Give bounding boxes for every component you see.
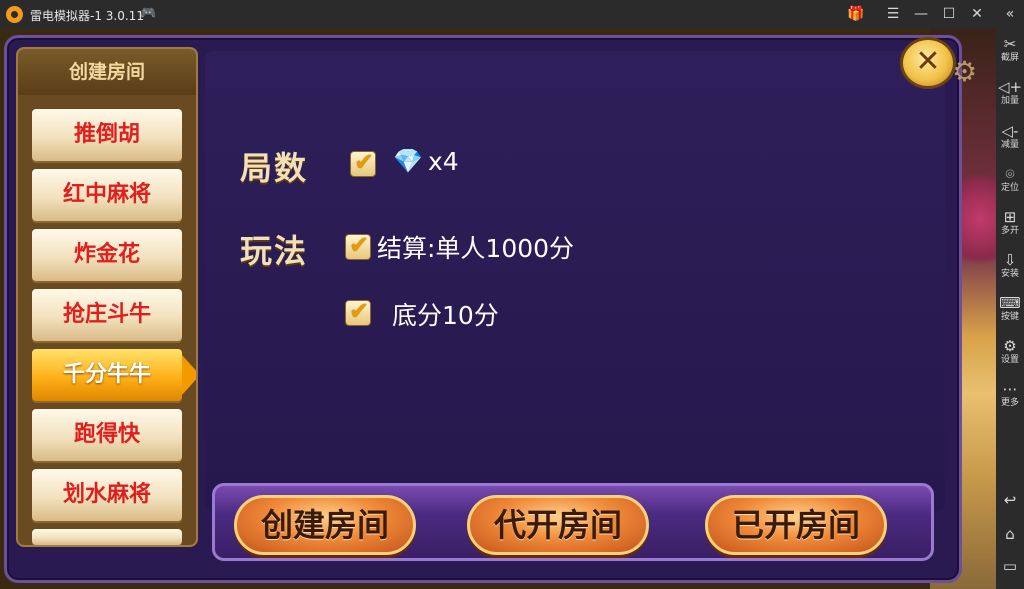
rounds-value: x4	[428, 147, 459, 176]
diamond-icon: 💎	[393, 147, 423, 175]
menu-item-partial[interactable]	[32, 529, 182, 545]
gift-icon[interactable]: 🎁	[845, 4, 867, 24]
settlement-checkbox[interactable]	[345, 231, 371, 260]
sidebar-item-location[interactable]: ⌾ 定位	[996, 165, 1024, 194]
settlement-option: 结算:单人1000分	[377, 234, 575, 263]
sidebar-item-label: 定位	[1000, 183, 1019, 193]
sidebar-item-label: 安装	[1000, 269, 1019, 279]
menu-icon[interactable]: ☰	[882, 4, 904, 24]
sidebar-item-label: 按键	[1000, 312, 1019, 322]
sidebar-item-label: 截屏	[1000, 53, 1019, 63]
rounds-label: 局数	[240, 149, 309, 187]
menu-item-tuidaohu[interactable]: 推倒胡	[32, 109, 182, 161]
install-apk-icon: ⇩	[1003, 251, 1017, 269]
sidebar-item-label: 多开	[1000, 226, 1019, 236]
sidebar-item-label: 更多	[1000, 398, 1019, 408]
window-title: 雷电模拟器-1 3.0.11	[30, 9, 144, 23]
sidebar-item-more[interactable]: ⋯ 更多	[996, 380, 1024, 409]
rules-label: 玩法	[240, 232, 309, 270]
close-icon[interactable]: ✕	[966, 4, 988, 24]
menu-item-qianfen-niuniu[interactable]: 千分牛牛	[32, 349, 196, 401]
multi-instance-icon: ⊞	[1003, 208, 1017, 226]
base-score-option: 底分10分	[392, 301, 499, 330]
volume-down-icon: ◁-	[1001, 122, 1019, 140]
menu-list: 推倒胡 红中麻将 炸金花 抢庄斗牛 千分牛牛 跑得快 划水麻将	[18, 95, 196, 545]
menu-item-hongzhong-mahjong[interactable]: 红中麻将	[32, 169, 182, 221]
app-logo-icon	[6, 6, 23, 23]
base-score-checkbox[interactable]	[345, 297, 371, 326]
home-icon[interactable]: ⌂	[996, 525, 1024, 543]
sidebar-item-volume-down[interactable]: ◁- 减量	[996, 122, 1024, 151]
minimize-icon[interactable]: —	[910, 4, 932, 24]
back-icon[interactable]: ↩	[996, 491, 1024, 509]
keyboard-icon: ⌨	[999, 294, 1021, 312]
proxy-room-button[interactable]: 代开房间	[467, 495, 649, 555]
options-area	[205, 51, 945, 511]
close-dialog-button[interactable]: ✕	[900, 37, 956, 89]
emulator-window: 雷电模拟器-1 3.0.11 🎮 🎁 ☰ — ☐ ✕ « ✂ 截屏 ◁+ 加量 …	[0, 0, 1024, 589]
rounds-checkbox[interactable]	[350, 148, 376, 177]
sidebar-item-multi[interactable]: ⊞ 多开	[996, 208, 1024, 237]
more-icon: ⋯	[1002, 380, 1018, 398]
menu-item-paodekuai[interactable]: 跑得快	[32, 409, 182, 461]
emulator-sidebar: ✂ 截屏 ◁+ 加量 ◁- 减量 ⌾ 定位 ⊞ 多开 ⇩ 安装 ⌨ 按键 ⚙ 设	[996, 29, 1024, 589]
sidebar-item-settings[interactable]: ⚙ 设置	[996, 337, 1024, 366]
sidebar-item-install[interactable]: ⇩ 安装	[996, 251, 1024, 280]
location-icon: ⌾	[1005, 165, 1015, 183]
menu-title: 创建房间	[18, 49, 196, 95]
collapse-icon[interactable]: «	[999, 4, 1021, 24]
create-room-button[interactable]: 创建房间	[234, 495, 416, 555]
sidebar-item-label: 减量	[1000, 140, 1019, 150]
settings-icon: ⚙	[1003, 337, 1017, 355]
opened-rooms-button[interactable]: 已开房间	[705, 495, 887, 555]
scissors-icon: ✂	[1003, 35, 1017, 53]
title-bar: 雷电模拟器-1 3.0.11 🎮 🎁 ☰ — ☐ ✕ «	[0, 0, 1024, 29]
gamepad-icon[interactable]: 🎮	[140, 6, 156, 21]
sidebar-item-label: 加量	[1000, 96, 1019, 106]
maximize-icon[interactable]: ☐	[938, 4, 960, 24]
menu-item-zhajinhua[interactable]: 炸金花	[32, 229, 182, 281]
sidebar-item-volume-up[interactable]: ◁+ 加量	[996, 78, 1024, 107]
sidebar-item-screenshot[interactable]: ✂ 截屏	[996, 35, 1024, 64]
sidebar-item-label: 设置	[1000, 355, 1019, 365]
menu-item-huashui-mahjong[interactable]: 划水麻将	[32, 469, 182, 521]
volume-up-icon: ◁+	[997, 78, 1023, 96]
menu-item-qiangzhuang-douniu[interactable]: 抢庄斗牛	[32, 289, 182, 341]
game-viewport: 创建房间 推倒胡 红中麻将 炸金花 抢庄斗牛 千分牛牛 跑得快 划水麻将 ⚙ ✕…	[0, 29, 996, 589]
recents-icon[interactable]: ▭	[996, 557, 1024, 575]
sidebar-item-keymap[interactable]: ⌨ 按键	[996, 294, 1024, 323]
game-type-menu: 创建房间 推倒胡 红中麻将 炸金花 抢庄斗牛 千分牛牛 跑得快 划水麻将	[16, 47, 198, 547]
